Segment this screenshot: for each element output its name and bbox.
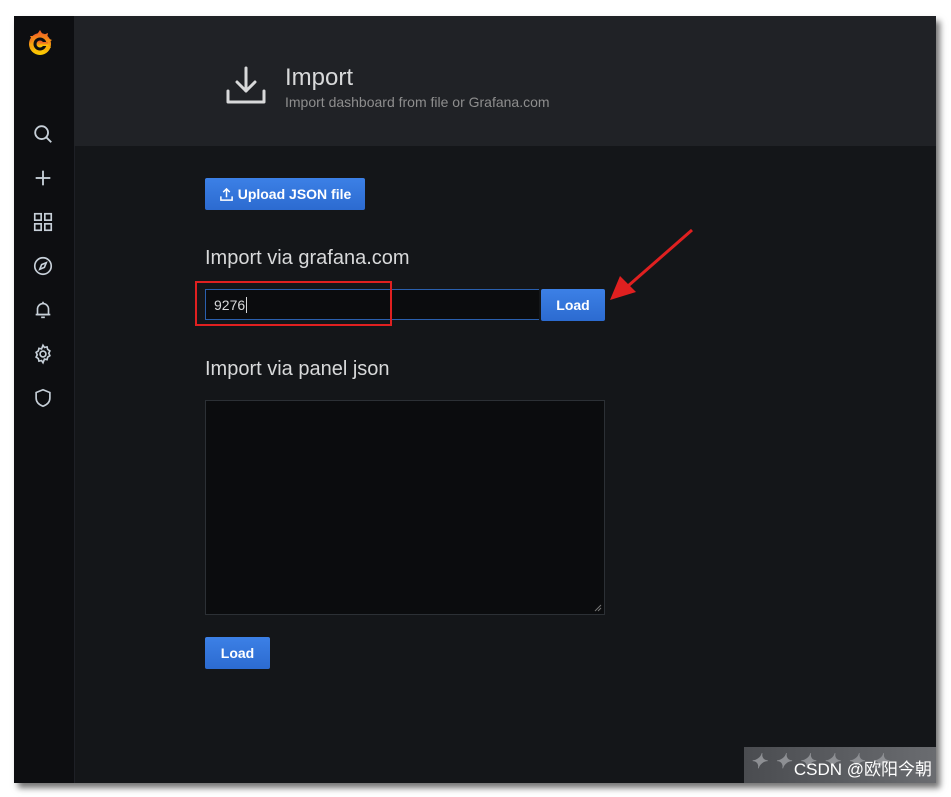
grafana-id-value: 9276 [214,296,246,313]
panel-json-heading: Import via panel json [205,358,390,380]
bell-icon[interactable] [31,298,55,322]
shield-icon[interactable] [31,386,55,410]
app-window: Import Import dashboard from file or Gra… [14,16,936,783]
explore-icon[interactable] [31,254,55,278]
red-arrow-annotation [610,228,693,300]
dashboards-icon[interactable] [31,210,55,234]
page-header: Import Import dashboard from file or Gra… [74,16,936,146]
upload-icon [219,187,233,201]
text-caret [246,296,248,313]
page-title: Import [285,64,354,91]
watermark: ✦ ✦ ✦ ✦ ✦ ✦ CSDN @欧阳今朝 [744,747,936,783]
import-icon [224,64,268,108]
plus-icon[interactable] [31,166,55,190]
gear-icon[interactable] [31,342,55,366]
watermark-text: CSDN @欧阳今朝 [793,760,932,779]
grafana-logo[interactable] [25,27,55,59]
panel-json-textarea[interactable] [205,400,605,615]
panel-json-load-button[interactable]: Load [205,637,270,669]
grafana-import-heading: Import via grafana.com [205,247,410,269]
grafana-id-input[interactable]: 9276 [205,289,539,320]
search-icon[interactable] [31,122,55,146]
grafana-load-button[interactable]: Load [541,289,605,321]
resize-handle-icon[interactable] [594,604,602,612]
page-subtitle: Import dashboard from file or Grafana.co… [285,94,550,110]
sidebar [14,16,75,783]
upload-json-label: Upload JSON file [237,186,352,202]
upload-json-button[interactable]: Upload JSON file [205,178,365,210]
